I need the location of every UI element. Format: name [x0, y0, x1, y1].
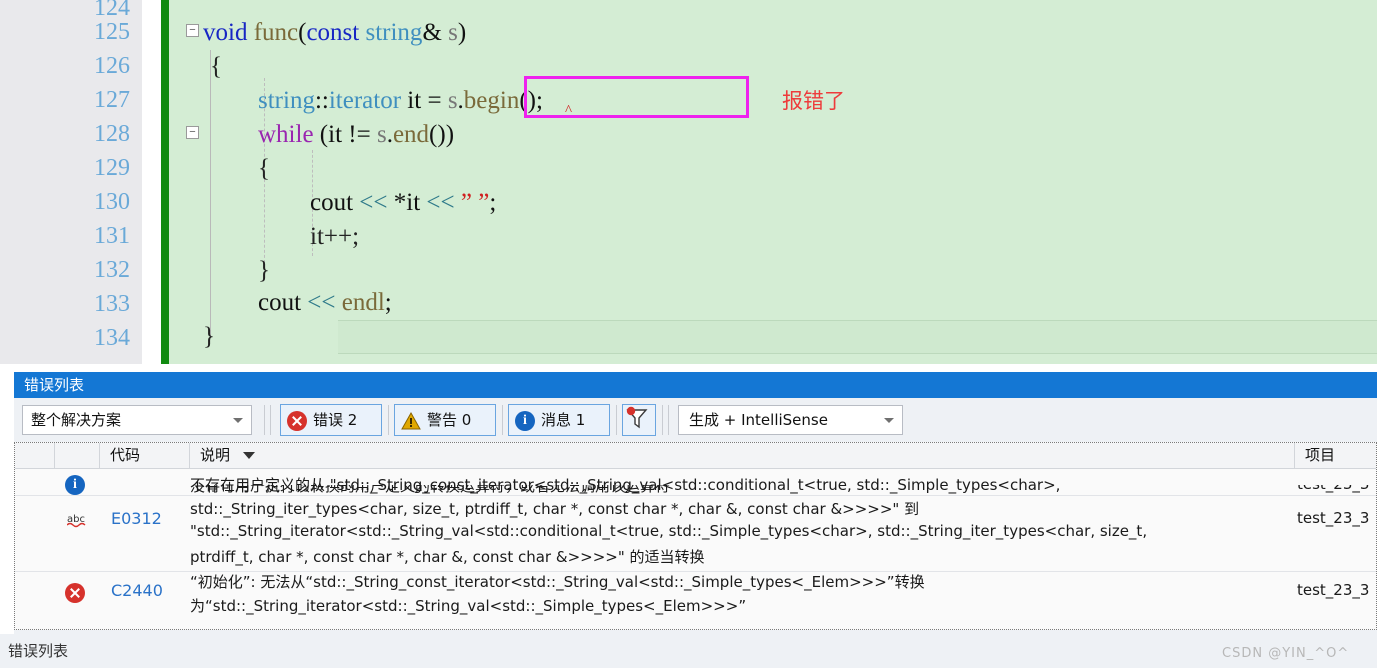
- error-list-header-row: 代码 说明 项目: [15, 443, 1376, 469]
- toolbar-separator: [388, 405, 389, 435]
- code-line-128: while (it != s.end()): [258, 121, 455, 148]
- error-list-title: 错误列表: [14, 372, 1377, 398]
- error-circle-icon: [65, 583, 85, 603]
- error-list-grid[interactable]: 代码 说明 项目 i 没有可用于执行该转换的用户定义的转换运算符，或者无法调用该…: [14, 442, 1377, 630]
- info-circle-icon: i: [515, 411, 535, 431]
- error-list-toolbar: 整个解决方案 错误 2 警告 0 i 消息 1 生成 + IntelliSens…: [14, 398, 1377, 442]
- sort-descending-icon: [243, 452, 255, 459]
- row-project: test_23_3: [1297, 581, 1370, 599]
- line-number: 129: [94, 155, 130, 181]
- editor-code-surface[interactable]: − − void func(const string& s) { string:…: [169, 0, 1377, 364]
- line-number: 124: [94, 0, 130, 21]
- row-description-line: 不存在用户定义的从 "std::_String_const_iterator<s…: [190, 476, 1061, 494]
- line-number: 125: [94, 19, 130, 45]
- build-intellisense-dropdown[interactable]: 生成 + IntelliSense: [678, 405, 903, 435]
- toolbar-separator: [662, 405, 663, 435]
- error-annotation-label: 报错了: [782, 89, 845, 113]
- row-separator: [15, 495, 1376, 496]
- scope-filter-value: 整个解决方案: [31, 411, 122, 429]
- code-line-129: {: [258, 155, 270, 182]
- row-code: E0312: [111, 509, 162, 528]
- line-number: 128: [94, 121, 130, 147]
- toolbar-separator: [668, 405, 669, 435]
- row-description-line: std::_String_iter_types<char, size_t, pt…: [190, 500, 920, 518]
- column-header-icon[interactable]: [55, 443, 100, 468]
- row-project: test_23_3: [1297, 509, 1370, 527]
- code-line-126: {: [210, 53, 222, 80]
- row-description-line: ptrdiff_t, char *, const char *, char &,…: [190, 548, 705, 566]
- panel-top-edge: [0, 364, 1377, 372]
- filter-funnel-icon: [623, 406, 651, 434]
- chevron-down-icon: [884, 418, 894, 423]
- csdn-watermark: CSDN @YIN_^O^: [1222, 646, 1350, 661]
- code-line-130: cout << *it << ” ”;: [310, 189, 497, 216]
- chevron-down-icon: [233, 418, 243, 423]
- code-line-132: }: [258, 257, 270, 284]
- line-number: 127: [94, 87, 130, 113]
- row-project: test_23_3: [1297, 475, 1370, 493]
- collapse-fold-icon[interactable]: −: [186, 24, 199, 37]
- code-line-127: string::iterator it = s.begin();: [258, 87, 543, 114]
- code-line-134: }: [203, 323, 215, 350]
- line-number: 132: [94, 257, 130, 283]
- messages-filter-label: 消息 1: [541, 411, 586, 429]
- row-description-line: "std::_String_iterator<std::_String_val<…: [190, 522, 1148, 540]
- warnings-filter-label: 警告 0: [427, 411, 472, 429]
- line-number: 134: [94, 325, 130, 351]
- scope-filter-dropdown[interactable]: 整个解决方案: [22, 405, 252, 435]
- error-squiggle-icon: ^: [565, 103, 573, 119]
- error-circle-icon: [287, 411, 307, 431]
- row-code: C2440: [111, 581, 163, 600]
- editor-line-number-gutter: 124 125 126 127 128 129 130 131 132 133 …: [22, 0, 142, 364]
- status-bar: 错误列表: [0, 634, 1377, 668]
- filter-funnel-button[interactable]: [622, 404, 656, 436]
- errors-filter-button[interactable]: 错误 2: [280, 404, 382, 436]
- error-list-panel: 错误列表 整个解决方案 错误 2 警告 0 i 消息 1 生成 + Intell…: [0, 364, 1377, 668]
- toolbar-separator: [264, 405, 265, 435]
- code-editor[interactable]: 124 125 126 127 128 129 130 131 132 133 …: [0, 0, 1377, 364]
- errors-filter-label: 错误 2: [313, 411, 358, 429]
- toolbar-separator: [270, 405, 271, 435]
- row-description-line: “初始化”: 无法从“std::_String_const_iterator<s…: [190, 573, 925, 591]
- line-number: 126: [94, 53, 130, 79]
- error-highlight-box: [524, 76, 749, 118]
- column-header-description[interactable]: 说明: [190, 443, 1295, 468]
- messages-filter-button[interactable]: i 消息 1: [508, 404, 610, 436]
- warnings-filter-button[interactable]: 警告 0: [394, 404, 496, 436]
- code-line-131: it++;: [310, 223, 360, 250]
- line-number: 131: [94, 223, 130, 249]
- toolbar-separator: [502, 405, 503, 435]
- info-circle-icon: i: [65, 475, 85, 495]
- line-number: 130: [94, 189, 130, 215]
- collapse-fold-icon[interactable]: −: [186, 126, 199, 139]
- code-line-125: void func(const string& s): [203, 19, 467, 46]
- intellisense-abc-icon: abc: [66, 511, 91, 532]
- current-line-highlight: [338, 320, 1377, 354]
- column-header-description-label: 说明: [200, 446, 231, 464]
- build-intellisense-value: 生成 + IntelliSense: [689, 411, 828, 429]
- editor-change-bar: [161, 0, 169, 364]
- code-line-133: cout << endl;: [258, 289, 392, 316]
- warning-triangle-icon: [401, 411, 421, 431]
- column-header-code[interactable]: 代码: [100, 443, 190, 468]
- column-header-project[interactable]: 项目: [1295, 443, 1376, 468]
- block-guide-line: [210, 50, 211, 336]
- status-bar-label: 错误列表: [8, 642, 69, 660]
- column-header-severity[interactable]: [15, 443, 55, 468]
- toolbar-separator: [616, 405, 617, 435]
- row-description-line: 为“std::_String_iterator<std::_String_val…: [190, 597, 747, 615]
- panel-left-edge: [0, 364, 14, 668]
- line-number: 133: [94, 291, 130, 317]
